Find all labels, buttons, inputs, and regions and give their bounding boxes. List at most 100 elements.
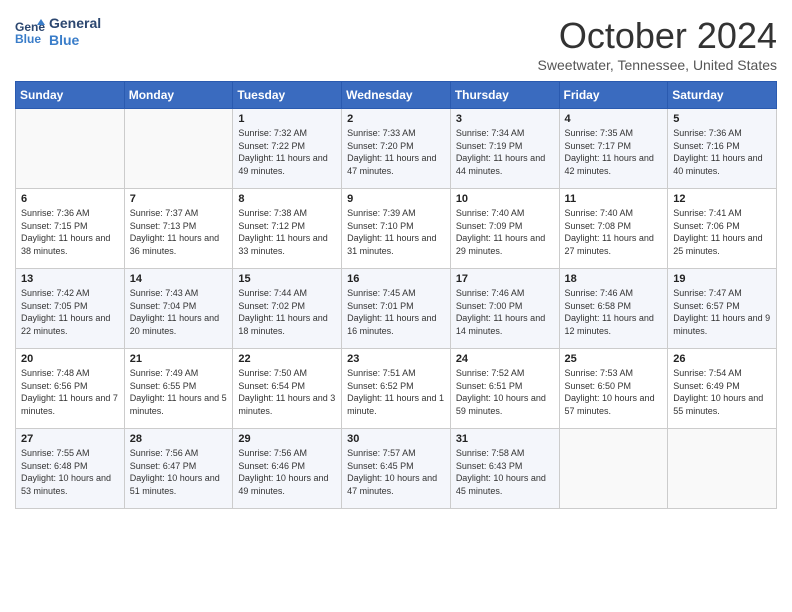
day-info: Sunrise: 7:57 AM Sunset: 6:45 PM Dayligh… <box>347 447 445 497</box>
logo-icon: General Blue <box>15 17 45 47</box>
calendar-cell: 12 Sunrise: 7:41 AM Sunset: 7:06 PM Dayli… <box>668 189 777 269</box>
logo: General Blue General Blue <box>15 15 101 49</box>
calendar-cell: 5 Sunrise: 7:36 AM Sunset: 7:16 PM Daylig… <box>668 109 777 189</box>
day-info: Sunrise: 7:38 AM Sunset: 7:12 PM Dayligh… <box>238 207 336 257</box>
day-number: 23 <box>347 353 445 365</box>
calendar-cell <box>668 429 777 509</box>
weekday-header-wednesday: Wednesday <box>342 82 451 109</box>
day-info: Sunrise: 7:44 AM Sunset: 7:02 PM Dayligh… <box>238 287 336 337</box>
calendar-cell <box>124 109 233 189</box>
day-info: Sunrise: 7:48 AM Sunset: 6:56 PM Dayligh… <box>21 367 119 417</box>
day-number: 17 <box>456 273 554 285</box>
calendar-cell: 25 Sunrise: 7:53 AM Sunset: 6:50 PM Dayli… <box>559 349 668 429</box>
day-info: Sunrise: 7:32 AM Sunset: 7:22 PM Dayligh… <box>238 127 336 177</box>
calendar-cell: 23 Sunrise: 7:51 AM Sunset: 6:52 PM Dayli… <box>342 349 451 429</box>
weekday-header-friday: Friday <box>559 82 668 109</box>
day-info: Sunrise: 7:37 AM Sunset: 7:13 PM Dayligh… <box>130 207 228 257</box>
calendar-cell: 29Sunrise: 7:56 AM Sunset: 6:46 PM Dayli… <box>233 429 342 509</box>
day-info: Sunrise: 7:56 AM Sunset: 6:46 PM Dayligh… <box>238 447 336 497</box>
day-info: Sunrise: 7:36 AM Sunset: 7:16 PM Dayligh… <box>673 127 771 177</box>
day-info: Sunrise: 7:50 AM Sunset: 6:54 PM Dayligh… <box>238 367 336 417</box>
day-number: 31 <box>456 433 554 445</box>
day-info: Sunrise: 7:45 AM Sunset: 7:01 PM Dayligh… <box>347 287 445 337</box>
calendar-week-3: 13Sunrise: 7:42 AM Sunset: 7:05 PM Dayli… <box>16 269 777 349</box>
day-info: Sunrise: 7:35 AM Sunset: 7:17 PM Dayligh… <box>565 127 663 177</box>
day-number: 3 <box>456 113 554 125</box>
day-info: Sunrise: 7:56 AM Sunset: 6:47 PM Dayligh… <box>130 447 228 497</box>
weekday-header-row: SundayMondayTuesdayWednesdayThursdayFrid… <box>16 82 777 109</box>
day-number: 4 <box>565 113 663 125</box>
calendar-cell: 11 Sunrise: 7:40 AM Sunset: 7:08 PM Dayli… <box>559 189 668 269</box>
calendar-cell: 31 Sunrise: 7:58 AM Sunset: 6:43 PM Dayli… <box>450 429 559 509</box>
calendar-cell: 1Sunrise: 7:32 AM Sunset: 7:22 PM Daylig… <box>233 109 342 189</box>
day-info: Sunrise: 7:43 AM Sunset: 7:04 PM Dayligh… <box>130 287 228 337</box>
day-number: 21 <box>130 353 228 365</box>
day-info: Sunrise: 7:34 AM Sunset: 7:19 PM Dayligh… <box>456 127 554 177</box>
day-info: Sunrise: 7:40 AM Sunset: 7:08 PM Dayligh… <box>565 207 663 257</box>
calendar-week-1: 1Sunrise: 7:32 AM Sunset: 7:22 PM Daylig… <box>16 109 777 189</box>
day-number: 7 <box>130 193 228 205</box>
day-number: 26 <box>673 353 771 365</box>
day-number: 5 <box>673 113 771 125</box>
day-number: 12 <box>673 193 771 205</box>
calendar-cell: 24Sunrise: 7:52 AM Sunset: 6:51 PM Dayli… <box>450 349 559 429</box>
calendar-week-2: 6Sunrise: 7:36 AM Sunset: 7:15 PM Daylig… <box>16 189 777 269</box>
weekday-header-tuesday: Tuesday <box>233 82 342 109</box>
calendar-cell: 13Sunrise: 7:42 AM Sunset: 7:05 PM Dayli… <box>16 269 125 349</box>
day-number: 30 <box>347 433 445 445</box>
location-subtitle: Sweetwater, Tennessee, United States <box>538 57 777 73</box>
day-number: 22 <box>238 353 336 365</box>
day-info: Sunrise: 7:46 AM Sunset: 7:00 PM Dayligh… <box>456 287 554 337</box>
day-info: Sunrise: 7:55 AM Sunset: 6:48 PM Dayligh… <box>21 447 119 497</box>
day-info: Sunrise: 7:58 AM Sunset: 6:43 PM Dayligh… <box>456 447 554 497</box>
day-info: Sunrise: 7:51 AM Sunset: 6:52 PM Dayligh… <box>347 367 445 417</box>
day-number: 25 <box>565 353 663 365</box>
calendar-cell: 8 Sunrise: 7:38 AM Sunset: 7:12 PM Daylig… <box>233 189 342 269</box>
day-number: 27 <box>21 433 119 445</box>
day-info: Sunrise: 7:52 AM Sunset: 6:51 PM Dayligh… <box>456 367 554 417</box>
day-info: Sunrise: 7:49 AM Sunset: 6:55 PM Dayligh… <box>130 367 228 417</box>
logo-text-general: General <box>49 15 101 32</box>
day-number: 6 <box>21 193 119 205</box>
day-number: 2 <box>347 113 445 125</box>
calendar-cell: 20 Sunrise: 7:48 AM Sunset: 6:56 PM Dayli… <box>16 349 125 429</box>
day-info: Sunrise: 7:53 AM Sunset: 6:50 PM Dayligh… <box>565 367 663 417</box>
weekday-header-saturday: Saturday <box>668 82 777 109</box>
weekday-header-monday: Monday <box>124 82 233 109</box>
day-number: 10 <box>456 193 554 205</box>
day-info: Sunrise: 7:40 AM Sunset: 7:09 PM Dayligh… <box>456 207 554 257</box>
day-number: 20 <box>21 353 119 365</box>
title-block: October 2024 Sweetwater, Tennessee, Unit… <box>538 15 777 73</box>
calendar-cell: 30 Sunrise: 7:57 AM Sunset: 6:45 PM Dayli… <box>342 429 451 509</box>
calendar-cell: 7 Sunrise: 7:37 AM Sunset: 7:13 PM Daylig… <box>124 189 233 269</box>
day-info: Sunrise: 7:47 AM Sunset: 6:57 PM Dayligh… <box>673 287 771 337</box>
day-info: Sunrise: 7:42 AM Sunset: 7:05 PM Dayligh… <box>21 287 119 337</box>
logo-text-blue: Blue <box>49 32 101 49</box>
svg-text:Blue: Blue <box>15 32 41 46</box>
day-number: 8 <box>238 193 336 205</box>
day-info: Sunrise: 7:39 AM Sunset: 7:10 PM Dayligh… <box>347 207 445 257</box>
calendar-cell: 15 Sunrise: 7:44 AM Sunset: 7:02 PM Dayli… <box>233 269 342 349</box>
calendar-cell: 14Sunrise: 7:43 AM Sunset: 7:04 PM Dayli… <box>124 269 233 349</box>
calendar-cell: 18Sunrise: 7:46 AM Sunset: 6:58 PM Dayli… <box>559 269 668 349</box>
calendar-cell: 9 Sunrise: 7:39 AM Sunset: 7:10 PM Daylig… <box>342 189 451 269</box>
day-number: 15 <box>238 273 336 285</box>
day-number: 11 <box>565 193 663 205</box>
calendar-cell: 2Sunrise: 7:33 AM Sunset: 7:20 PM Daylig… <box>342 109 451 189</box>
day-number: 9 <box>347 193 445 205</box>
calendar-cell <box>559 429 668 509</box>
calendar-week-4: 20 Sunrise: 7:48 AM Sunset: 6:56 PM Dayli… <box>16 349 777 429</box>
calendar-cell: 27 Sunrise: 7:55 AM Sunset: 6:48 PM Dayli… <box>16 429 125 509</box>
weekday-header-sunday: Sunday <box>16 82 125 109</box>
calendar-week-5: 27 Sunrise: 7:55 AM Sunset: 6:48 PM Dayli… <box>16 429 777 509</box>
day-info: Sunrise: 7:41 AM Sunset: 7:06 PM Dayligh… <box>673 207 771 257</box>
day-number: 19 <box>673 273 771 285</box>
calendar-cell: 17 Sunrise: 7:46 AM Sunset: 7:00 PM Dayli… <box>450 269 559 349</box>
calendar-cell: 22 Sunrise: 7:50 AM Sunset: 6:54 PM Dayli… <box>233 349 342 429</box>
day-info: Sunrise: 7:54 AM Sunset: 6:49 PM Dayligh… <box>673 367 771 417</box>
day-number: 28 <box>130 433 228 445</box>
calendar-cell: 21 Sunrise: 7:49 AM Sunset: 6:55 PM Dayli… <box>124 349 233 429</box>
calendar-cell: 28 Sunrise: 7:56 AM Sunset: 6:47 PM Dayli… <box>124 429 233 509</box>
day-number: 16 <box>347 273 445 285</box>
month-title: October 2024 <box>538 15 777 57</box>
